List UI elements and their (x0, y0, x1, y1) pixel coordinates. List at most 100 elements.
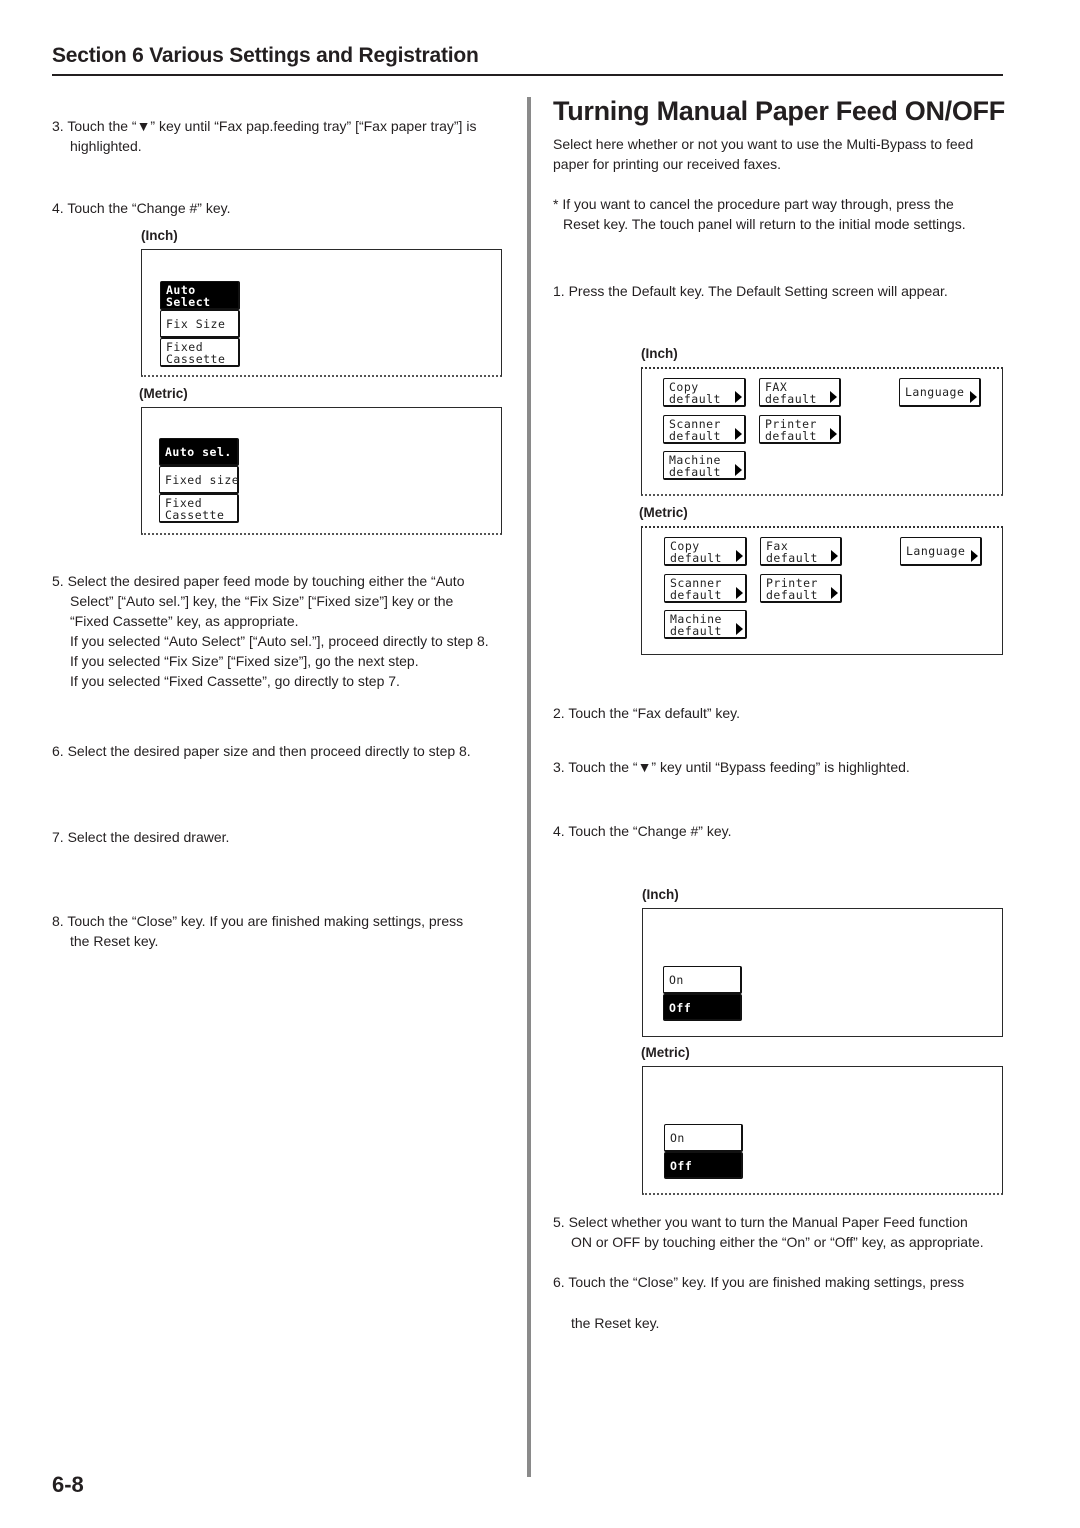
step-text: the Reset key. (70, 933, 159, 949)
fixed-cassette-button[interactable]: Fixed Cassette (160, 338, 240, 367)
left-step-3: 3. Touch the “▼” key until “Fax pap.feed… (52, 116, 476, 156)
step-text: 2. Touch the “Fax default” key. (553, 705, 741, 721)
button-label: Fixed size (165, 473, 240, 487)
auto-sel-button[interactable]: Auto sel. (159, 438, 239, 466)
note-text: * If you want to cancel the procedure pa… (553, 196, 954, 212)
metric-caption: (Metric) (139, 386, 188, 401)
column-divider (527, 97, 531, 1477)
inch-feed-mode-panel: Auto Select Fix Size Fixed Cassette (141, 249, 502, 377)
step-text: 1. Press the Default key. The Default Se… (553, 283, 948, 299)
button-label: default (669, 429, 721, 443)
arrow-right-icon (735, 464, 742, 476)
button-label: Language (905, 385, 965, 399)
right-step-2: 2. Touch the “Fax default” key. (553, 703, 740, 723)
section-title: Section 6 Various Settings and Registrat… (52, 44, 479, 67)
button-label: default (765, 392, 817, 406)
step-text: 4. Touch the “Change #” key. (52, 200, 231, 216)
note-text: Reset key. The touch panel will return t… (563, 216, 966, 232)
printer-default-button[interactable]: Printer default (760, 574, 842, 603)
step-text: 4. Touch the “Change #” key. (553, 823, 732, 839)
arrow-right-icon (831, 587, 838, 599)
fixed-cassette-button[interactable]: Fixed Cassette (159, 494, 239, 523)
copy-default-button[interactable]: Copy default (663, 378, 746, 407)
button-label: Language (906, 544, 966, 558)
inch-caption: (Inch) (141, 228, 178, 243)
fax-default-button[interactable]: Fax default (760, 537, 842, 566)
left-step-4: 4. Touch the “Change #” key. (52, 198, 230, 218)
cancel-note: * If you want to cancel the procedure pa… (553, 194, 966, 234)
auto-select-button[interactable]: Auto Select (160, 281, 240, 310)
arrow-right-icon (736, 623, 743, 635)
fixed-size-button[interactable]: Fixed size (159, 466, 239, 494)
arrow-right-icon (971, 550, 978, 562)
header-rule (52, 74, 1003, 76)
arrow-right-icon (830, 391, 837, 403)
intro-paragraph: Select here whether or not you want to u… (553, 134, 973, 174)
intro-text: Select here whether or not you want to u… (553, 136, 974, 152)
left-step-5: 5. Select the desired paper feed mode by… (52, 571, 489, 691)
off-button[interactable]: Off (664, 1152, 743, 1179)
inch-default-setting-panel: Copy default FAX default Language Scanne… (641, 367, 1003, 496)
inch-caption: (Inch) (641, 346, 678, 361)
button-label: Select (166, 295, 211, 309)
copy-default-button[interactable]: Copy default (664, 537, 747, 566)
step-text: highlighted. (70, 138, 142, 154)
metric-feed-mode-panel: Auto sel. Fixed size Fixed Cassette (141, 407, 502, 535)
intro-text: paper for printing our received faxes. (553, 156, 782, 172)
arrow-right-icon (831, 550, 838, 562)
step-text: Select” [“Auto sel.”] key, the “Fix Size… (70, 593, 454, 609)
button-label: Off (669, 1001, 692, 1015)
arrow-right-icon (735, 428, 742, 440)
button-label: default (670, 588, 722, 602)
step-text: If you selected “Fixed Cassette”, go dir… (70, 673, 400, 689)
step-text: If you selected “Fix Size” [“Fixed size”… (70, 653, 419, 669)
right-step-5: 5. Select whether you want to turn the M… (553, 1212, 984, 1252)
step-text: 3. Touch the “▼” key until “Fax pap.feed… (52, 118, 477, 134)
inch-caption: (Inch) (642, 887, 679, 902)
fax-default-button[interactable]: FAX default (759, 378, 841, 407)
step-text: 5. Select whether you want to turn the M… (553, 1214, 968, 1230)
metric-bypass-onoff-panel: On Off (642, 1066, 1003, 1195)
button-label: Auto sel. (165, 445, 232, 459)
step-text: ON or OFF by touching either the “On” or… (571, 1234, 984, 1250)
step-text: the Reset key. (571, 1315, 660, 1331)
left-step-6: 6. Select the desired paper size and the… (52, 741, 471, 761)
button-label: default (765, 429, 817, 443)
right-step-3: 3. Touch the “▼” key until “Bypass feedi… (553, 757, 910, 777)
right-step-4: 4. Touch the “Change #” key. (553, 821, 731, 841)
off-button[interactable]: Off (663, 994, 742, 1021)
button-label: Fix Size (166, 317, 226, 331)
fix-size-button[interactable]: Fix Size (160, 310, 240, 338)
step-text: 6. Select the desired paper size and the… (52, 743, 471, 759)
step-text: 6. Touch the “Close” key. If you are fin… (553, 1274, 965, 1290)
language-button[interactable]: Language (899, 378, 981, 407)
arrow-right-icon (736, 550, 743, 562)
step-text: 5. Select the desired paper feed mode by… (52, 573, 465, 589)
right-step-1: 1. Press the Default key. The Default Se… (553, 281, 948, 301)
page-number: 6-8 (52, 1472, 84, 1497)
left-step-7: 7. Select the desired drawer. (52, 827, 229, 847)
right-step-6: 6. Touch the “Close” key. If you are fin… (553, 1272, 964, 1333)
step-text: “Fixed Cassette” key, as appropriate. (70, 613, 299, 629)
arrow-right-icon (830, 428, 837, 440)
arrow-right-icon (735, 391, 742, 403)
button-label: default (669, 465, 721, 479)
button-label: default (766, 551, 818, 565)
on-button[interactable]: On (663, 966, 742, 994)
inch-bypass-onoff-panel: On Off (642, 908, 1003, 1037)
step-text: 8. Touch the “Close” key. If you are fin… (52, 913, 464, 929)
button-label: default (766, 588, 818, 602)
button-label: default (670, 624, 722, 638)
step-text: 7. Select the desired drawer. (52, 829, 230, 845)
printer-default-button[interactable]: Printer default (759, 415, 841, 444)
arrow-right-icon (736, 587, 743, 599)
scanner-default-button[interactable]: Scanner default (664, 574, 747, 603)
scanner-default-button[interactable]: Scanner default (663, 415, 746, 444)
button-label: Cassette (166, 352, 226, 366)
metric-default-setting-panel: Copy default Fax default Language Scanne… (641, 526, 1003, 655)
machine-default-button[interactable]: Machine default (663, 451, 746, 480)
button-label: Off (670, 1159, 693, 1173)
on-button[interactable]: On (664, 1124, 743, 1152)
language-button[interactable]: Language (900, 537, 982, 566)
machine-default-button[interactable]: Machine default (664, 610, 747, 639)
